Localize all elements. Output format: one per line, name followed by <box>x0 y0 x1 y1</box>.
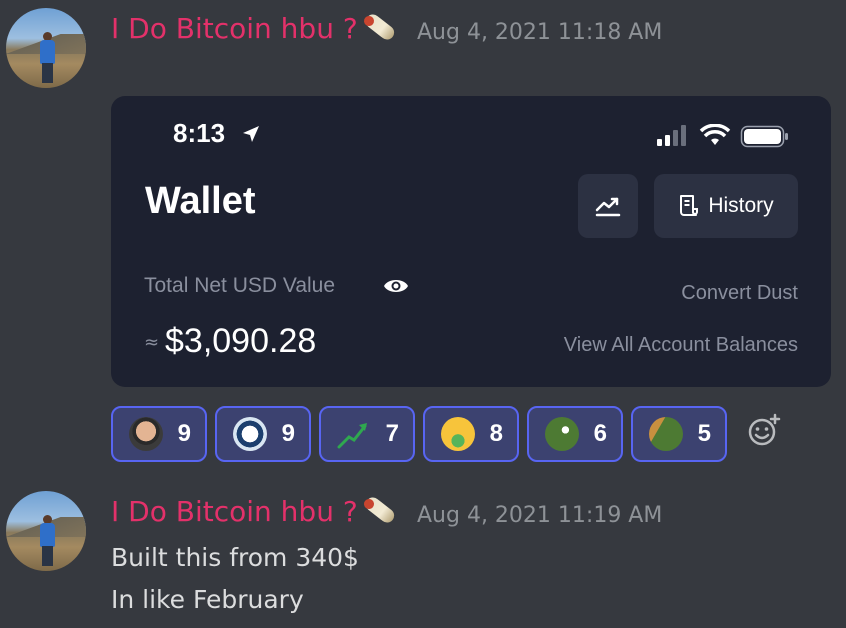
coin-logo-icon <box>233 417 267 451</box>
message-text-line: Built this from 340$ <box>111 543 359 572</box>
reaction-count: 8 <box>489 420 503 447</box>
wallet-title: Wallet <box>145 180 256 222</box>
elon-face-icon <box>129 417 163 451</box>
add-reaction-icon[interactable] <box>745 413 781 449</box>
convert-dust-link[interactable]: Convert Dust <box>681 282 798 305</box>
pepe-baguette-icon <box>649 417 683 451</box>
net-usd-value: $3,090.28 <box>165 322 317 360</box>
pepe-frog-icon <box>545 417 579 451</box>
money-mouth-face-icon <box>441 417 475 451</box>
stonks-arrow-icon <box>337 423 367 449</box>
reaction-count: 5 <box>697 420 711 447</box>
reaction-elon[interactable]: 9 <box>111 406 207 462</box>
eye-icon[interactable] <box>383 277 409 295</box>
author-name[interactable]: I Do Bitcoin hbu ? <box>111 495 398 528</box>
timestamp: Aug 4, 2021 11:19 AM <box>417 503 663 528</box>
author-name[interactable]: I Do Bitcoin hbu ? <box>111 12 398 45</box>
net-value-label: Total Net USD Value <box>144 274 336 297</box>
avatar[interactable] <box>6 8 86 88</box>
location-arrow-icon <box>243 126 259 142</box>
wallet-screenshot-attachment[interactable]: 8:13 Wallet History Total Net USD Value … <box>111 96 831 387</box>
history-label: History <box>708 194 774 217</box>
burrito-icon <box>360 495 398 525</box>
reaction-count: 6 <box>593 420 607 447</box>
reaction-count: 7 <box>385 420 399 447</box>
reaction-pepe-baguette[interactable]: 5 <box>631 406 727 462</box>
reaction-count: 9 <box>281 420 295 447</box>
wifi-icon <box>699 124 731 145</box>
burrito-icon <box>360 12 398 42</box>
history-button[interactable]: History <box>654 174 798 238</box>
status-time: 8:13 <box>173 118 226 148</box>
message-text-line: In like February <box>111 585 304 614</box>
reaction-count: 9 <box>177 420 191 447</box>
reaction-money-mouth[interactable]: 8 <box>423 406 519 462</box>
timestamp: Aug 4, 2021 11:18 AM <box>417 20 663 45</box>
status-bar-icons <box>657 124 788 148</box>
signal-icon <box>657 125 686 146</box>
author-name-text[interactable]: I Do Bitcoin hbu ? <box>111 12 358 45</box>
reaction-stonks[interactable]: 7 <box>319 406 415 462</box>
chart-trend-icon <box>595 197 621 217</box>
author-name-text[interactable]: I Do Bitcoin hbu ? <box>111 495 358 528</box>
chart-button[interactable] <box>578 174 638 238</box>
reaction-coin[interactable]: 9 <box>215 406 311 462</box>
reaction-pepe[interactable]: 6 <box>527 406 623 462</box>
receipt-icon <box>680 195 699 216</box>
avatar[interactable] <box>6 491 86 571</box>
approx-symbol: ≈ <box>144 332 160 353</box>
view-all-balances-link[interactable]: View All Account Balances <box>564 334 798 357</box>
battery-icon <box>740 125 788 148</box>
